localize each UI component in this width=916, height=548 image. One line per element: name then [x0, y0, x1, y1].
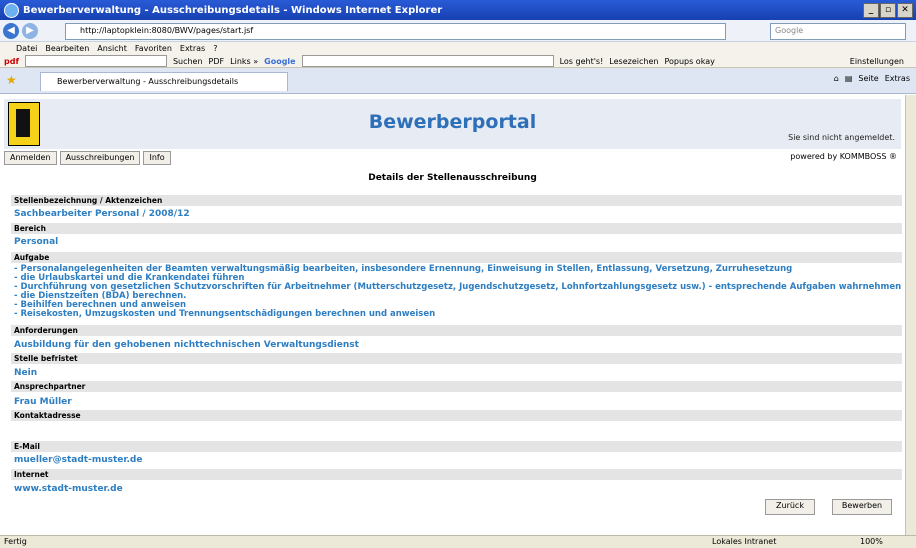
vertical-scrollbar[interactable]: [905, 95, 916, 535]
popups-button[interactable]: Popups okay: [664, 57, 714, 66]
extras-menu[interactable]: Extras: [885, 74, 910, 83]
address-bar: ◀ ▶ http://laptopklein:8080/BWV/pages/st…: [0, 20, 916, 42]
tab-bar: ★ Bewerberverwaltung - Ausschreibungsdet…: [0, 68, 916, 94]
print-icon[interactable]: ▤: [845, 74, 853, 83]
zone-indicator: Lokales Intranet: [712, 537, 777, 546]
anforderungen-label: Anforderungen: [11, 325, 902, 336]
search-input[interactable]: Google: [770, 23, 906, 40]
ausschreibungen-button[interactable]: Ausschreibungen: [59, 151, 141, 165]
home-icon[interactable]: ⌂: [834, 74, 839, 83]
status-text: Fertig: [4, 537, 27, 546]
menu-favoriten[interactable]: Favoriten: [135, 44, 172, 53]
email-link[interactable]: mueller@stadt-muster.de: [14, 455, 142, 466]
links-button[interactable]: Links »: [230, 57, 258, 66]
login-status: Sie sind nicht angemeldet.: [788, 133, 895, 142]
menu-extras[interactable]: Extras: [180, 44, 205, 53]
internet-link[interactable]: www.stadt-muster.de: [14, 484, 123, 495]
befristet-label: Stelle befristet: [11, 353, 902, 364]
toolbar-search-field[interactable]: [24, 55, 167, 67]
maximize-button[interactable]: ▫: [880, 3, 896, 18]
info-button[interactable]: Info: [143, 151, 171, 165]
einstellungen-button[interactable]: Einstellungen: [850, 57, 904, 66]
portal-header: Bewerberportal Sie sind nicht angemeldet…: [4, 99, 901, 149]
zoom-indicator[interactable]: 100%: [860, 536, 883, 548]
anmelden-button[interactable]: Anmelden: [4, 151, 57, 165]
favorites-star-icon[interactable]: ★: [6, 73, 17, 87]
portal-nav: Anmelden Ausschreibungen Info: [4, 151, 901, 165]
page-content: Bewerberportal Sie sind nicht angemeldet…: [0, 95, 905, 535]
stelle-value: Sachbearbeiter Personal / 2008/12: [14, 209, 190, 219]
url-input[interactable]: http://laptopklein:8080/BWV/pages/start.…: [65, 23, 726, 40]
suchen-button[interactable]: Suchen: [173, 57, 203, 66]
aufgabe-label: Aufgabe: [11, 252, 902, 263]
forward-nav-icon[interactable]: ▶: [22, 22, 38, 39]
back-nav-icon[interactable]: ◀: [3, 22, 19, 39]
powered-by: powered by KOMMBOSS ®: [790, 152, 897, 161]
window-titlebar: Bewerberverwaltung - Ausschreibungsdetai…: [0, 0, 916, 20]
email-label: E-Mail: [11, 441, 902, 452]
google-toolbar[interactable]: Google: [264, 57, 295, 66]
google-search-field[interactable]: [301, 55, 554, 67]
lesezeichen-button[interactable]: Lesezeichen: [609, 57, 658, 66]
page-title: Details der Stellenausschreibung: [368, 173, 537, 183]
menu-bearbeiten[interactable]: Bearbeiten: [45, 44, 89, 53]
tab-active[interactable]: Bewerberverwaltung - Ausschreibungsdetai…: [40, 72, 288, 91]
portal-title: Bewerberportal: [368, 111, 537, 133]
pdf-button[interactable]: PDF: [209, 57, 225, 66]
bewerben-button[interactable]: Bewerben: [832, 499, 892, 515]
zurueck-button[interactable]: Zurück: [765, 499, 815, 515]
internet-label: Internet: [11, 469, 902, 480]
menu-help[interactable]: ?: [213, 44, 217, 53]
status-bar: Fertig Lokales Intranet 100%: [0, 535, 916, 548]
stelle-label: Stellenbezeichnung / Aktenzeichen: [11, 195, 902, 206]
aufgabe-item: - Reisekosten, Umzugskosten und Trennung…: [14, 309, 436, 319]
window-title: Bewerberverwaltung - Ausschreibungsdetai…: [23, 4, 443, 16]
befristet-value: Nein: [14, 368, 38, 378]
ansprechpartner-value: Frau Müller: [14, 397, 72, 407]
aufgabe-list: - Personalangelegenheiten der Beamten ve…: [14, 265, 901, 319]
menu-ansicht[interactable]: Ansicht: [97, 44, 127, 53]
minimize-button[interactable]: _: [863, 3, 879, 18]
kontaktadresse-label: Kontaktadresse: [11, 410, 902, 421]
anforderungen-value: Ausbildung für den gehobenen nichttechni…: [14, 340, 359, 350]
ansprechpartner-label: Ansprechpartner: [11, 381, 902, 392]
losgehts-button[interactable]: Los geht's!: [560, 57, 604, 66]
pdf-logo-icon[interactable]: pdf: [4, 57, 19, 66]
menu-bar: Datei Bearbeiten Ansicht Favoriten Extra…: [0, 42, 916, 68]
bereich-label: Bereich: [11, 223, 902, 234]
seite-menu[interactable]: Seite: [858, 74, 878, 83]
menu-datei[interactable]: Datei: [16, 44, 37, 53]
close-button[interactable]: ✕: [897, 3, 913, 18]
ie-icon: [4, 2, 19, 18]
bereich-value: Personal: [14, 237, 59, 247]
